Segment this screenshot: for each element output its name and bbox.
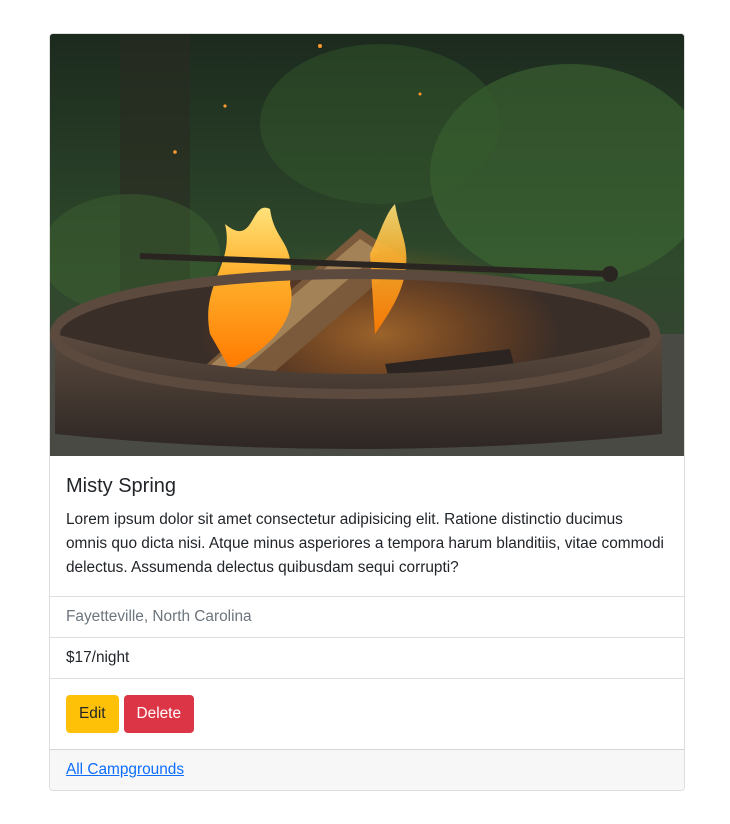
campground-description: Lorem ipsum dolor sit amet consectetur a… — [66, 511, 664, 576]
campground-title: Misty Spring — [66, 475, 177, 497]
card-footer: All Campgrounds — [50, 749, 684, 790]
edit-button[interactable]: Edit — [66, 695, 119, 733]
card-body: Misty Spring Lorem ipsum dolor sit amet … — [50, 456, 684, 596]
campground-price: $17/night — [50, 637, 684, 678]
card-actions: Edit Delete — [50, 678, 684, 749]
campground-card: Misty Spring Lorem ipsum dolor sit amet … — [49, 33, 685, 791]
delete-button[interactable]: Delete — [123, 695, 195, 733]
campground-location: Fayetteville, North Carolina — [50, 596, 684, 637]
campfire-image — [50, 34, 684, 456]
all-campgrounds-link[interactable]: All Campgrounds — [66, 761, 184, 779]
